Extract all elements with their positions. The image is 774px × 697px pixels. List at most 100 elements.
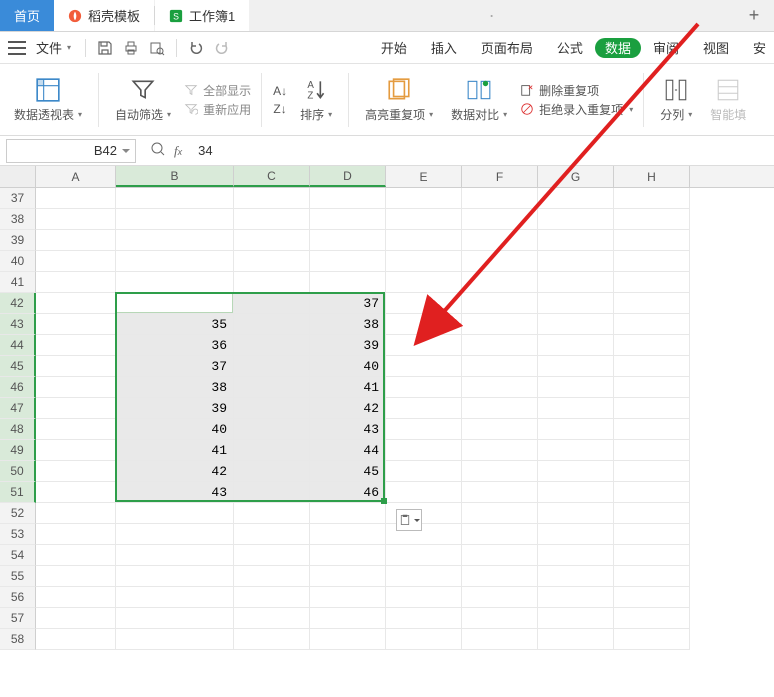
cell[interactable]: 35	[116, 314, 234, 335]
cell[interactable]	[116, 503, 234, 524]
cell[interactable]	[386, 272, 462, 293]
cell[interactable]	[36, 608, 116, 629]
select-all-corner[interactable]	[0, 166, 36, 187]
cell[interactable]	[116, 209, 234, 230]
cell[interactable]	[116, 629, 234, 650]
cell[interactable]	[36, 440, 116, 461]
cell[interactable]	[116, 587, 234, 608]
cell[interactable]	[462, 188, 538, 209]
cell[interactable]	[614, 335, 690, 356]
cell[interactable]	[234, 503, 310, 524]
cell[interactable]	[462, 503, 538, 524]
cell[interactable]: 38	[116, 377, 234, 398]
cell[interactable]	[614, 566, 690, 587]
cell[interactable]	[116, 545, 234, 566]
cell[interactable]	[462, 608, 538, 629]
cell[interactable]	[386, 398, 462, 419]
row-header[interactable]: 58	[0, 629, 36, 650]
spreadsheet-grid[interactable]: ABCDEFGH 3738394041423437433538443639453…	[0, 166, 774, 650]
column-header[interactable]: G	[538, 166, 614, 187]
cell[interactable]	[462, 587, 538, 608]
cell[interactable]	[538, 608, 614, 629]
reapply-button[interactable]: 重新应用	[183, 101, 251, 118]
smart-fill-button[interactable]: 智能填	[704, 74, 752, 125]
fx-icon[interactable]: fx	[174, 143, 182, 159]
cell[interactable]	[462, 356, 538, 377]
cell[interactable]: 36	[116, 335, 234, 356]
cell[interactable]	[234, 356, 310, 377]
showall-button[interactable]: 全部显示	[183, 82, 251, 99]
cell[interactable]: 34	[116, 293, 234, 314]
cell[interactable]	[36, 545, 116, 566]
save-icon[interactable]	[94, 37, 116, 59]
cell[interactable]	[234, 608, 310, 629]
cell[interactable]: 42	[116, 461, 234, 482]
cell[interactable]	[386, 482, 462, 503]
cell[interactable]	[234, 629, 310, 650]
cell[interactable]	[462, 398, 538, 419]
cell[interactable]	[614, 503, 690, 524]
cell[interactable]	[386, 440, 462, 461]
menu-tab-insert[interactable]: 插入	[419, 32, 469, 64]
cell[interactable]	[386, 293, 462, 314]
cell[interactable]	[310, 209, 386, 230]
text-to-col-button[interactable]: 分列▾	[654, 74, 698, 125]
cell[interactable]	[538, 188, 614, 209]
file-menu[interactable]: 文件▾	[30, 38, 77, 57]
row-header[interactable]: 55	[0, 566, 36, 587]
cell[interactable]: 39	[310, 335, 386, 356]
sort-desc-button[interactable]: Z↓	[272, 101, 288, 117]
cell[interactable]	[538, 482, 614, 503]
tab-home[interactable]: 首页	[0, 0, 54, 31]
tab-add-button[interactable]: +	[734, 0, 774, 31]
row-header[interactable]: 57	[0, 608, 36, 629]
cell[interactable]	[614, 440, 690, 461]
cell[interactable]	[116, 188, 234, 209]
cell[interactable]	[310, 230, 386, 251]
paste-options-button[interactable]	[396, 509, 422, 531]
cell[interactable]	[462, 272, 538, 293]
cell[interactable]	[386, 335, 462, 356]
cell[interactable]	[614, 251, 690, 272]
cell[interactable]: 37	[116, 356, 234, 377]
cell[interactable]	[234, 335, 310, 356]
cell[interactable]	[386, 629, 462, 650]
cell[interactable]	[462, 209, 538, 230]
cell[interactable]	[36, 293, 116, 314]
cell[interactable]	[234, 272, 310, 293]
cell[interactable]	[234, 209, 310, 230]
menu-tab-start[interactable]: 开始	[369, 32, 419, 64]
cell[interactable]	[116, 566, 234, 587]
cell[interactable]	[310, 545, 386, 566]
column-header[interactable]: D	[310, 166, 386, 187]
cell[interactable]	[234, 440, 310, 461]
cell[interactable]	[614, 272, 690, 293]
cell[interactable]	[310, 566, 386, 587]
menu-tab-view[interactable]: 视图	[691, 32, 741, 64]
cell[interactable]	[234, 566, 310, 587]
cell[interactable]	[614, 419, 690, 440]
cell[interactable]	[234, 545, 310, 566]
row-header[interactable]: 45	[0, 356, 36, 377]
reject-dup-button[interactable]: 拒绝录入重复项▾	[519, 101, 633, 118]
cell[interactable]	[386, 545, 462, 566]
cell[interactable]	[538, 272, 614, 293]
cell[interactable]	[538, 230, 614, 251]
cell[interactable]	[614, 524, 690, 545]
pivot-button[interactable]: 数据透视表▾	[8, 74, 88, 125]
cell[interactable]	[538, 314, 614, 335]
cell[interactable]	[614, 587, 690, 608]
cell[interactable]	[234, 377, 310, 398]
cell[interactable]: 44	[310, 440, 386, 461]
cell[interactable]	[36, 482, 116, 503]
row-header[interactable]: 37	[0, 188, 36, 209]
cell[interactable]	[234, 461, 310, 482]
cell[interactable]	[614, 356, 690, 377]
cell[interactable]	[234, 230, 310, 251]
cell[interactable]	[538, 587, 614, 608]
menu-tab-pagelayout[interactable]: 页面布局	[469, 32, 545, 64]
column-header[interactable]: E	[386, 166, 462, 187]
column-header[interactable]: A	[36, 166, 116, 187]
cell[interactable]	[538, 419, 614, 440]
remove-dup-button[interactable]: 删除重复项	[519, 82, 633, 99]
